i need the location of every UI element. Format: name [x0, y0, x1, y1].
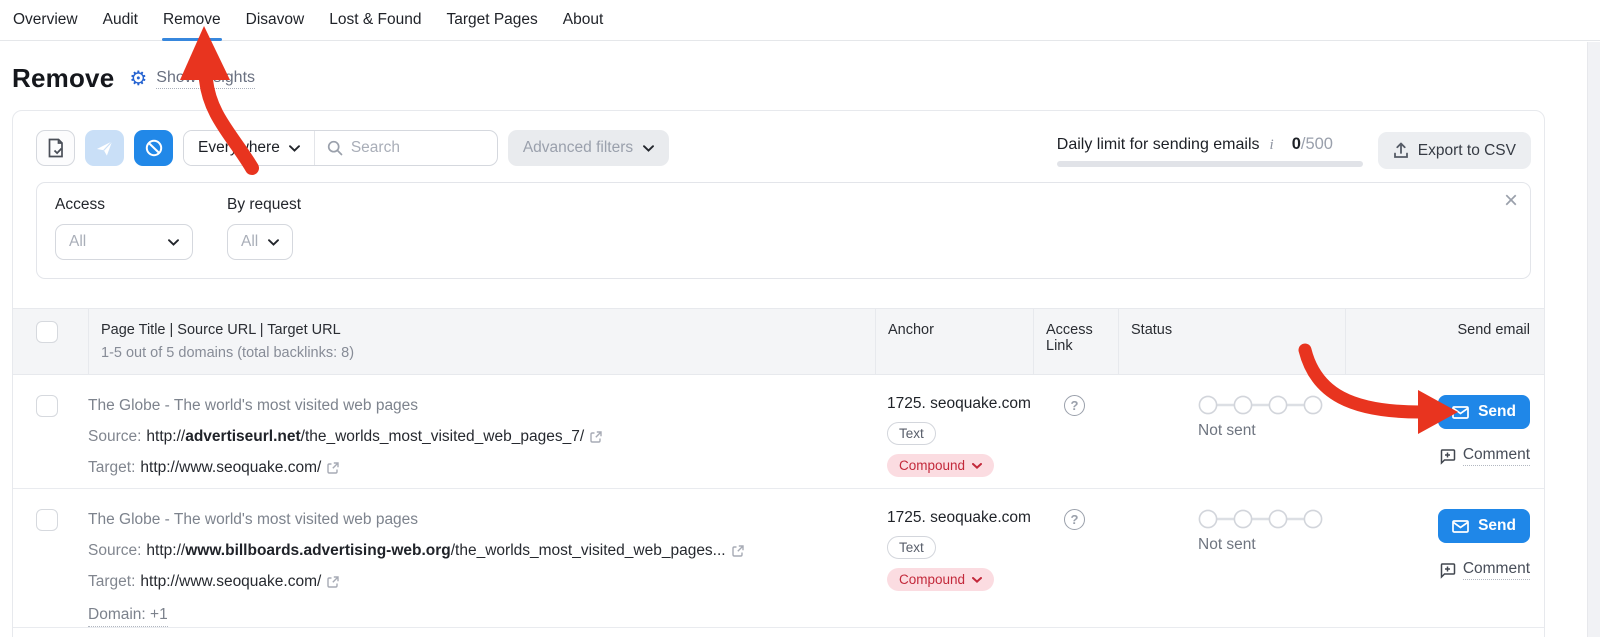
status-text: Not sent [1198, 536, 1345, 554]
upload-icon [1393, 142, 1409, 159]
document-check-icon [46, 138, 65, 158]
compound-badge[interactable]: Compound [887, 454, 994, 477]
envelope-icon [1452, 406, 1469, 419]
scope-value: Everywhere [198, 139, 280, 157]
comment-icon [1439, 562, 1456, 579]
advanced-filters-button[interactable]: Advanced filters [508, 130, 669, 166]
toolbar: Everywhere Advanced filters [13, 111, 1544, 179]
daily-limit-total: /500 [1301, 135, 1333, 153]
show-insights-link[interactable]: Show insights [156, 69, 255, 89]
daily-limit-label: Daily limit for sending emails [1057, 136, 1260, 154]
external-link-icon[interactable] [731, 544, 745, 558]
access-filter-label: Access [55, 196, 193, 214]
source-url[interactable]: http://advertiseurl.net/the_worlds_most_… [146, 426, 584, 448]
info-icon[interactable]: i [1270, 137, 1274, 154]
status-stepper [1198, 395, 1345, 415]
comment-button[interactable]: Comment [1439, 560, 1530, 580]
search-group: Everywhere [183, 130, 498, 166]
advanced-filters-label: Advanced filters [523, 139, 633, 157]
tab-lost-and-found[interactable]: Lost & Found [328, 0, 422, 40]
help-icon[interactable]: ? [1064, 395, 1085, 416]
source-label: Source: [88, 540, 141, 562]
chevron-down-icon [168, 239, 179, 246]
export-csv-button[interactable]: Export to CSV [1378, 132, 1531, 169]
external-link-icon[interactable] [326, 461, 340, 475]
tab-target-pages[interactable]: Target Pages [445, 0, 538, 40]
anchor-type-badge: Text [887, 536, 936, 559]
tab-bar: Overview Audit Remove Disavow Lost & Fou… [0, 0, 1600, 41]
page-title: Remove [12, 63, 114, 94]
status-stepper [1198, 509, 1345, 529]
block-button[interactable] [134, 130, 173, 166]
tab-audit[interactable]: Audit [102, 0, 139, 40]
column-access-link[interactable]: Access Link [1033, 309, 1118, 374]
search-icon [327, 140, 343, 156]
domain-more-link[interactable]: Domain: +1 [88, 604, 168, 627]
page-title-text: The Globe - The world's most visited web… [88, 395, 875, 417]
table-header: Page Title | Source URL | Target URL 1-5… [13, 308, 1544, 375]
tab-about[interactable]: About [562, 0, 605, 40]
access-filter-value: All [69, 233, 86, 251]
source-label: Source: [88, 426, 141, 448]
column-anchor[interactable]: Anchor [875, 309, 1033, 374]
chevron-down-icon [972, 577, 982, 583]
tab-disavow[interactable]: Disavow [245, 0, 306, 40]
column-status[interactable]: Status [1118, 309, 1345, 374]
column-send-email[interactable]: Send email [1345, 309, 1544, 374]
chevron-down-icon [972, 463, 982, 469]
by-request-filter-value: All [241, 233, 258, 251]
gear-icon[interactable]: ⚙ [129, 69, 147, 89]
daily-limit-progressbar [1057, 161, 1363, 167]
anchor-type-badge: Text [887, 422, 936, 445]
chevron-down-icon [289, 145, 300, 152]
comment-icon [1439, 448, 1456, 465]
chevron-down-icon [268, 239, 279, 246]
daily-limit: Daily limit for sending emails i 0/500 [1057, 135, 1363, 167]
by-request-filter-dropdown[interactable]: All [227, 224, 293, 260]
help-icon[interactable]: ? [1064, 509, 1085, 530]
target-url[interactable]: http://www.seoquake.com/ [140, 571, 321, 593]
page-header: Remove ⚙ Show insights [0, 41, 1600, 94]
document-check-button[interactable] [36, 130, 75, 166]
close-icon[interactable]: × [1504, 189, 1518, 213]
page-title-text: The Globe - The world's most visited web… [88, 509, 875, 531]
external-link-icon[interactable] [326, 575, 340, 589]
select-all-checkbox[interactable] [36, 321, 58, 343]
target-label: Target: [88, 571, 135, 593]
target-url[interactable]: http://www.seoquake.com/ [140, 457, 321, 479]
comment-button[interactable]: Comment [1439, 446, 1530, 466]
external-link-icon[interactable] [589, 430, 603, 444]
search-input[interactable] [351, 139, 481, 157]
compound-badge[interactable]: Compound [887, 568, 994, 591]
send-button[interactable]: Send [1438, 509, 1530, 543]
tab-remove[interactable]: Remove [162, 0, 222, 40]
anchor-text: 1725. seoquake.com [887, 395, 1033, 413]
access-filter-dropdown[interactable]: All [55, 224, 193, 260]
by-request-filter-label: By request [227, 196, 301, 214]
block-icon [144, 138, 164, 158]
chevron-down-icon [643, 145, 654, 152]
paper-plane-icon [95, 139, 114, 158]
tab-overview[interactable]: Overview [12, 0, 79, 40]
vertical-scrollbar[interactable] [1587, 42, 1600, 637]
daily-limit-used: 0 [1292, 135, 1301, 153]
filter-panel: × Access All By request All [36, 182, 1531, 279]
envelope-icon [1452, 520, 1469, 533]
target-label: Target: [88, 457, 135, 479]
scope-dropdown[interactable]: Everywhere [184, 131, 315, 165]
table-row: The Globe - The world's most visited web… [13, 489, 1544, 628]
table-row: The Globe - The world's most visited web… [13, 375, 1544, 489]
status-text: Not sent [1198, 422, 1345, 440]
column-page-title[interactable]: Page Title | Source URL | Target URL [101, 322, 863, 338]
source-url[interactable]: http://www.billboards.advertising-web.or… [146, 540, 725, 562]
remove-panel: Everywhere Advanced filters [12, 110, 1545, 637]
anchor-text: 1725. seoquake.com [887, 509, 1033, 527]
table-count-subtitle: 1-5 out of 5 domains (total backlinks: 8… [101, 345, 863, 361]
export-csv-label: Export to CSV [1418, 142, 1516, 160]
send-button[interactable]: Send [1438, 395, 1530, 429]
paper-plane-button[interactable] [85, 130, 124, 166]
row-checkbox[interactable] [36, 395, 58, 417]
row-checkbox[interactable] [36, 509, 58, 531]
